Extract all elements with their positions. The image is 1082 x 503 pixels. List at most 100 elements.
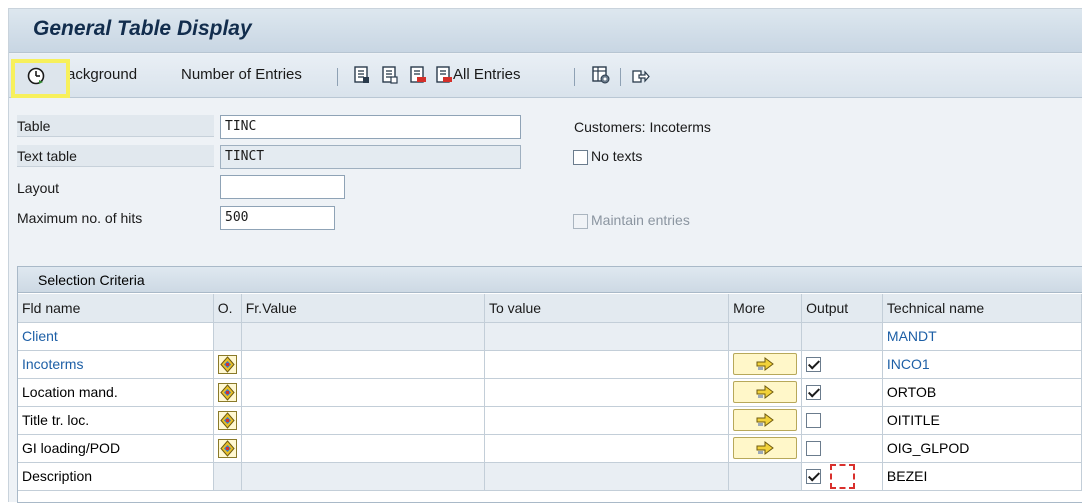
from-value-input — [241, 462, 485, 491]
technical-name: OIG_GLPOD — [882, 434, 1082, 463]
selection-table: Fld name O. Fr.Value To value More Outpu… — [18, 294, 1082, 491]
technical-name: INCO1 — [882, 350, 1082, 379]
option-cell[interactable] — [213, 350, 242, 379]
output-checkbox[interactable] — [806, 441, 822, 457]
field-name: Title tr. loc. — [18, 406, 214, 435]
option-cell[interactable] — [213, 378, 242, 407]
output-cell — [801, 378, 883, 407]
table-settings-icon[interactable] — [592, 66, 610, 84]
to-value-input[interactable] — [484, 350, 730, 379]
from-value-input[interactable] — [241, 434, 485, 463]
table-row: Location mand. ORTOB — [18, 378, 1082, 407]
table-row: Incoterms INCO1 — [18, 350, 1082, 379]
output-checkbox[interactable] — [806, 469, 822, 485]
layout-input[interactable] — [220, 175, 345, 199]
selection-option-icon[interactable] — [217, 410, 237, 430]
number-of-entries-button[interactable]: Number of Entries — [181, 66, 302, 83]
to-value-input — [484, 462, 730, 491]
select-all-icon[interactable] — [353, 66, 371, 84]
toolbar-separator — [620, 68, 621, 86]
window-frame: General Table Display Background Number … — [8, 8, 1082, 503]
no-texts-checkbox[interactable] — [573, 150, 588, 165]
from-value-input[interactable] — [241, 378, 485, 407]
maintain-entries-label: Maintain entries — [591, 212, 690, 228]
arrow-right-icon — [756, 413, 775, 427]
option-cell[interactable] — [213, 406, 242, 435]
arrow-right-icon — [756, 385, 775, 399]
col-fld-name: Fld name — [18, 294, 214, 323]
deselect-icon[interactable] — [381, 66, 399, 84]
max-hits-input[interactable]: 500 — [220, 206, 335, 230]
delete-icon[interactable] — [409, 66, 427, 84]
table-input[interactable]: TINC — [220, 115, 521, 139]
output-cell — [801, 406, 883, 435]
selection-option-icon[interactable] — [217, 382, 237, 402]
table-description: Customers: Incoterms — [574, 119, 711, 135]
clock-icon[interactable] — [27, 67, 45, 85]
arrow-right-icon — [756, 357, 775, 371]
multiple-selection-button[interactable] — [733, 409, 798, 431]
from-value-input[interactable] — [241, 406, 485, 435]
more-cell — [728, 322, 803, 351]
max-hits-label: Maximum no. of hits — [17, 210, 143, 226]
table-label: Table — [17, 118, 51, 134]
from-value-input[interactable] — [241, 350, 485, 379]
output-cell — [801, 434, 883, 463]
more-cell — [728, 378, 803, 407]
multiple-selection-button[interactable] — [733, 437, 798, 459]
col-more: More — [728, 294, 803, 323]
output-checkbox[interactable] — [806, 357, 822, 373]
text-table-field: TINCT — [220, 145, 521, 169]
to-value-input[interactable] — [484, 434, 730, 463]
toolbar-separator — [337, 68, 338, 86]
selection-option-icon[interactable] — [217, 354, 237, 374]
field-name: Client — [18, 322, 214, 351]
to-value-input[interactable] — [484, 406, 730, 435]
more-cell — [728, 434, 803, 463]
application-toolbar: Background Number of Entries All Entries — [9, 54, 1082, 98]
output-checkbox[interactable] — [806, 413, 822, 429]
output-cell — [801, 350, 883, 379]
selection-criteria-title: Selection Criteria — [18, 267, 1082, 293]
option-cell — [213, 462, 242, 491]
output-cell — [801, 462, 883, 491]
to-value-input[interactable] — [484, 378, 730, 407]
all-entries-button[interactable]: All Entries — [453, 66, 521, 83]
focus-indicator — [830, 463, 856, 489]
field-name: GI loading/POD — [18, 434, 214, 463]
col-option: O. — [213, 294, 242, 323]
text-table-label: Text table — [17, 148, 77, 164]
all-entries-icon[interactable] — [435, 66, 453, 84]
multiple-selection-button[interactable] — [733, 381, 798, 403]
title-bar: General Table Display — [9, 9, 1082, 53]
technical-name: BEZEI — [882, 462, 1082, 491]
col-to-value: To value — [484, 294, 730, 323]
output-checkbox[interactable] — [806, 385, 822, 401]
layout-label: Layout — [17, 180, 60, 196]
col-technical-name: Technical name — [882, 294, 1082, 323]
output-cell — [801, 322, 883, 351]
field-name: Description — [18, 462, 214, 491]
option-cell[interactable] — [213, 434, 242, 463]
maintain-entries-checkbox — [573, 214, 588, 229]
col-from-value: Fr.Value — [241, 294, 485, 323]
table-row: Title tr. loc. OITITLE — [18, 406, 1082, 435]
more-cell — [728, 406, 803, 435]
col-output: Output — [801, 294, 883, 323]
arrow-right-icon — [756, 441, 775, 455]
field-name: Incoterms — [18, 350, 214, 379]
no-texts-label: No texts — [591, 148, 643, 164]
table-header-row: Fld name O. Fr.Value To value More Outpu… — [18, 294, 1082, 323]
technical-name: OITITLE — [882, 406, 1082, 435]
table-form: Table TINC Customers: Incoterms Text tab… — [9, 110, 1082, 260]
multiple-selection-button[interactable] — [733, 353, 798, 375]
technical-name: ORTOB — [882, 378, 1082, 407]
toolbar-separator — [574, 68, 575, 86]
selection-option-icon[interactable] — [217, 438, 237, 458]
table-row: Description BEZEI — [18, 462, 1082, 491]
export-icon[interactable] — [632, 66, 650, 84]
to-value-input — [484, 322, 730, 351]
technical-name: MANDT — [882, 322, 1082, 351]
option-cell — [213, 322, 242, 351]
table-row: GI loading/POD OIG_GLPOD — [18, 434, 1082, 463]
